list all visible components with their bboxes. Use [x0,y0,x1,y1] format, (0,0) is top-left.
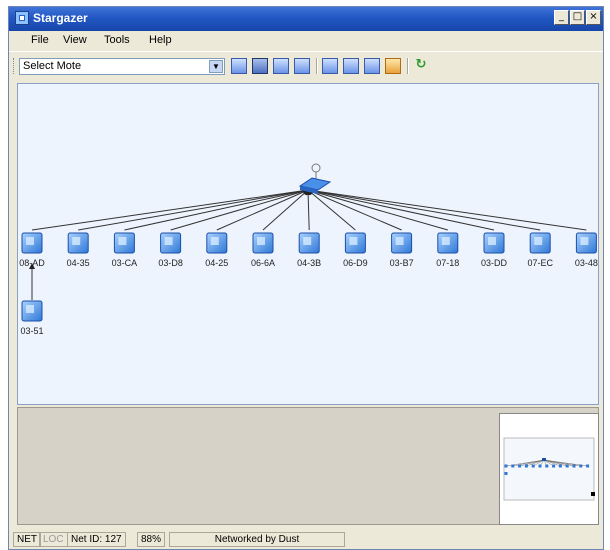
minimap-access-point [542,458,546,461]
access-point-icon[interactable] [298,163,332,194]
mote-label: 03-D8 [158,258,183,268]
window-title: Stargazer [33,11,88,25]
mote-node[interactable]: 04-25 [205,232,228,268]
minimap-mote [586,464,590,468]
mote-label: 03-CA [112,258,138,268]
network-view-icon[interactable] [252,58,268,74]
mote-node[interactable]: 04-35 [67,232,90,268]
toolbar-separator [407,58,409,74]
mote-info-icon[interactable] [231,58,247,74]
mote-label: 03-51 [20,326,43,336]
path-view-icon[interactable] [294,58,310,74]
mote-label: 06-D9 [343,258,368,268]
route-line [307,187,541,231]
mote-node[interactable]: 03-B7 [390,232,414,268]
status-net: NET [13,532,41,547]
actual-size-icon[interactable] [385,58,401,74]
mote-label: 07-EC [527,258,553,268]
child-mote-node[interactable]: 03-51 [20,300,44,336]
mote-label: 07-18 [436,258,459,268]
mote-node[interactable]: 03-DD [481,232,508,268]
minimap-mote [504,464,508,468]
mote-select[interactable]: Select Mote ▼ [19,58,225,75]
mote-node[interactable]: 03-48 [575,232,598,268]
minimap-mote [552,464,556,468]
toolbar: Select Mote ▼ ↻ [9,51,603,80]
close-button[interactable]: × [586,10,601,25]
status-net-id: Net ID: 127 [67,532,126,547]
mote-node[interactable]: 06-D9 [343,232,368,268]
toolbar-grip[interactable] [13,58,17,74]
network-canvas[interactable]: 08-AD 04-35 03-CA 03-D8 04-25 06-6A 04-3B 06-D9… [17,83,599,405]
minimap[interactable] [499,413,599,525]
mote-select-value: Select Mote [23,60,82,72]
minimize-button[interactable]: _ [554,10,569,25]
menu-help[interactable]: Help [149,34,172,46]
route-line [124,188,309,231]
minimap-mote [558,464,562,468]
route-line [31,187,309,231]
mote-label: 03-48 [575,258,598,268]
minimap-mote [511,464,515,468]
minimap-mote [504,472,508,475]
zoom-fit-icon[interactable] [364,58,380,74]
mote-node[interactable]: 07-EC [527,232,553,268]
chevron-down-icon[interactable]: ▼ [209,60,223,73]
app-icon [15,11,29,25]
mote-label: 04-35 [67,258,90,268]
maximize-button[interactable]: □ [570,10,585,25]
route-line [307,189,402,231]
mote-label: 03-B7 [390,258,414,268]
minimap-mote [531,464,535,468]
title-bar[interactable]: Stargazer _ □ × [9,7,603,31]
mote-label: 04-25 [205,258,228,268]
route-line [307,187,587,231]
zoom-in-icon[interactable] [322,58,338,74]
mote-node[interactable]: 03-D8 [158,232,183,268]
route-line [305,189,312,231]
route-line [307,188,495,231]
status-bar: NET LOC Net ID: 127 88% Networked by Dus… [9,530,603,549]
mote-label: 03-DD [481,258,508,268]
mote-label: 06-6A [251,258,275,268]
mote-node[interactable]: 06-6A [251,232,275,268]
mote-node[interactable]: 03-CA [112,232,138,268]
packet-view-icon[interactable] [273,58,289,74]
menu-bar: File View Tools Help [9,31,603,51]
route-line [78,187,309,231]
mote-node[interactable]: 08-AD [19,232,45,268]
minimap-mote [545,464,549,468]
refresh-icon[interactable]: ↻ [413,57,429,73]
menu-view[interactable]: View [63,34,87,46]
status-message: Networked by Dust [169,532,345,547]
mote-node[interactable]: 07-18 [436,232,459,268]
status-loc: LOC [39,532,68,547]
menu-tools[interactable]: Tools [104,34,130,46]
mote-node[interactable]: 04-3B [297,232,321,268]
minimap-mote [538,464,542,468]
network-graph: 08-AD 04-35 03-CA 03-D8 04-25 06-6A 04-3B 06-D9… [19,163,598,336]
minimap-mote [524,464,528,468]
mote-label: 08-AD [19,258,45,268]
route-line [216,189,309,231]
minimap-mote [518,464,522,468]
minimap-preview [503,437,595,501]
mote-label: 04-3B [297,258,321,268]
toolbar-separator [316,58,318,74]
stargazer-window: Stargazer _ □ × File View Tools Help Sel… [8,6,604,550]
status-percent: 88% [137,532,166,547]
zoom-out-icon[interactable] [343,58,359,74]
menu-file[interactable]: File [31,34,49,46]
